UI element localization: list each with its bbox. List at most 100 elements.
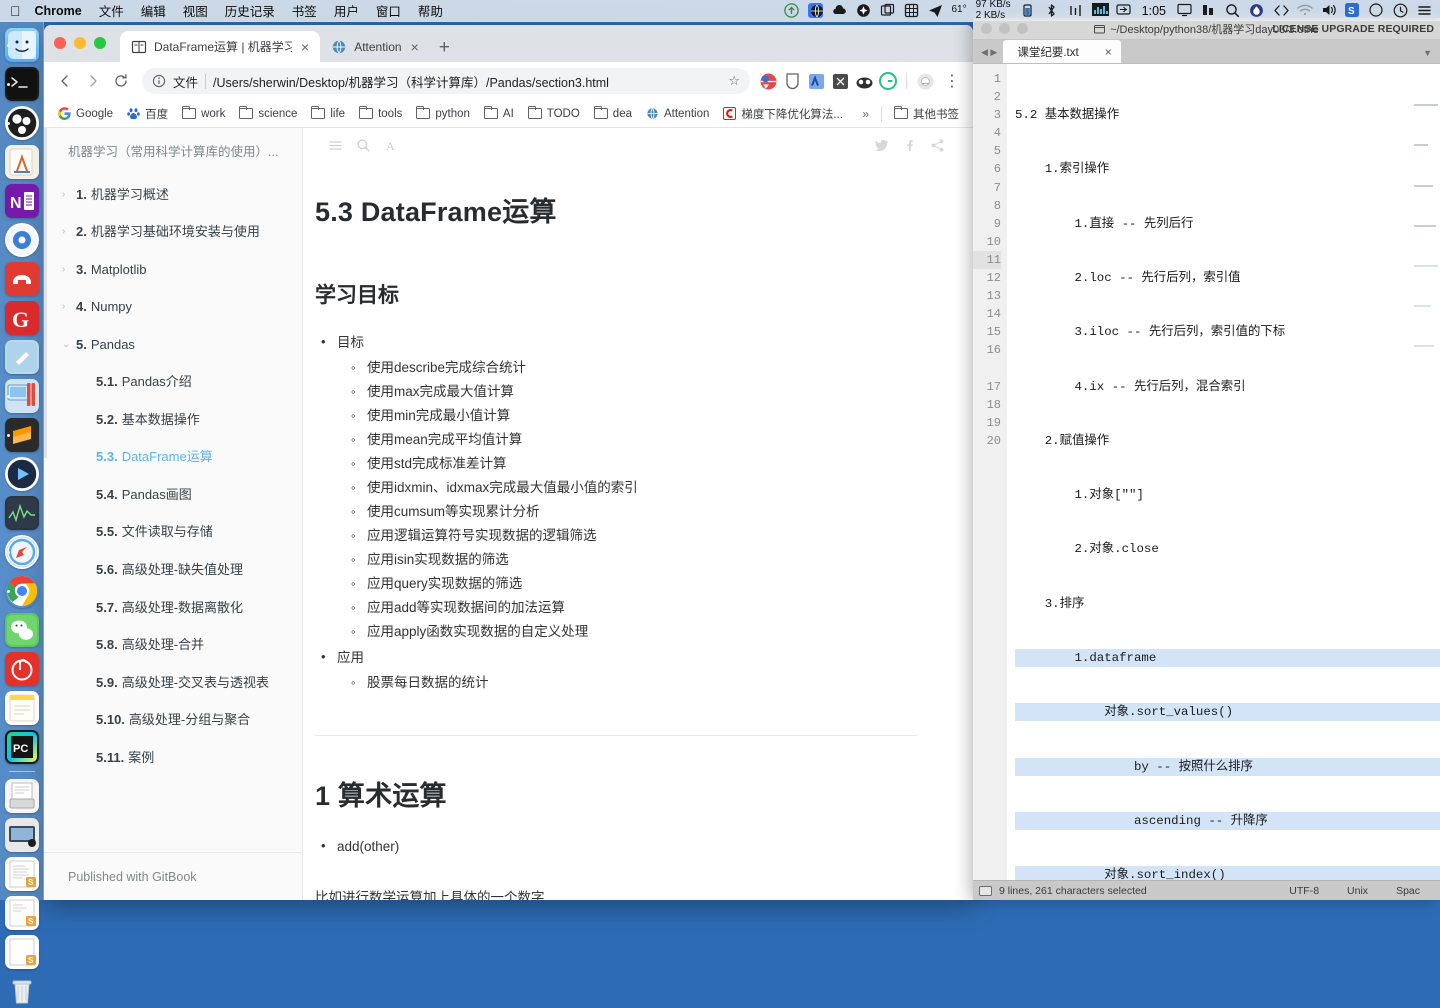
evernote-icon[interactable] — [806, 71, 826, 91]
share-icon[interactable] — [923, 132, 951, 158]
menu-dots-icon[interactable]: ⋮ — [939, 68, 965, 94]
bookmarks-overflow-button[interactable]: » — [856, 107, 875, 121]
globe-icon[interactable] — [808, 3, 823, 18]
adblock-icon[interactable] — [854, 71, 874, 91]
dock-item-notes[interactable] — [5, 691, 39, 725]
editor-code-area[interactable]: 5.2 基本数据操作 1.索引操作 1.直接 -- 先列后行 2.loc -- … — [1007, 64, 1440, 880]
ghost-icon[interactable] — [915, 71, 935, 91]
dock-item-markdown[interactable] — [5, 340, 39, 374]
input-source-icon[interactable] — [1116, 3, 1131, 18]
screenshot-icon[interactable] — [880, 3, 895, 18]
cloud-icon[interactable] — [832, 3, 847, 18]
network-speed-indicator[interactable]: 97 KB/s2 KB/s — [976, 0, 1011, 21]
time-machine-icon[interactable] — [1393, 3, 1408, 18]
menu-icon[interactable] — [321, 132, 349, 158]
editor-close-button[interactable] — [981, 23, 992, 34]
dock-item-finder[interactable] — [5, 28, 39, 62]
dock-item-document-2[interactable]: S — [5, 896, 39, 930]
editor-minimap[interactable] — [1414, 68, 1438, 128]
search-icon[interactable] — [1225, 3, 1240, 18]
bookmark-attention[interactable]: Attention — [640, 104, 715, 123]
line-ending-status[interactable]: Unix — [1333, 885, 1382, 897]
chevron-down-icon[interactable]: ⌄ — [62, 338, 76, 352]
sidebar-toggle-icon[interactable] — [979, 886, 992, 896]
sidebar-item-5[interactable]: ⌄ 5. Pandas — [44, 326, 302, 364]
chevron-right-icon[interactable]: › — [62, 188, 76, 202]
sidebar-item-1[interactable]: › 1. 机器学习概述 — [44, 176, 302, 214]
apple-logo-icon[interactable]:  — [10, 4, 21, 18]
display-icon[interactable] — [1177, 3, 1192, 18]
address-bar[interactable]: 文件 /Users/sherwin/Desktop/机器学习（科学计算库）/Pa… — [142, 68, 750, 94]
bookmark-gradient-descent[interactable]: 梯度下降优化算法... — [717, 103, 849, 125]
dock-item-scanner[interactable] — [5, 779, 39, 813]
dock-item-preview[interactable] — [5, 145, 39, 179]
sidebar-item-3[interactable]: › 3. Matplotlib — [44, 251, 302, 289]
window-traffic-lights[interactable] — [54, 37, 106, 49]
close-tab-button[interactable]: × — [409, 40, 421, 54]
sidebar-item-5-5[interactable]: 5.5. 文件读取与存储 — [44, 513, 302, 551]
dock-item-wechat[interactable] — [5, 613, 39, 647]
dock-item-typora[interactable] — [5, 223, 39, 257]
wifi-icon[interactable] — [1297, 3, 1312, 18]
close-editor-tab-button[interactable]: × — [1105, 45, 1112, 59]
dock-item-terminal[interactable] — [5, 67, 39, 101]
menu-item-window[interactable]: 窗口 — [376, 1, 401, 20]
sidebar-item-5-4[interactable]: 5.4. Pandas画图 — [44, 476, 302, 514]
sidebar-scrollbar[interactable] — [44, 128, 47, 458]
menu-item-history[interactable]: 历史记录 — [225, 1, 275, 20]
forward-button[interactable] — [80, 68, 106, 94]
grammarly-icon[interactable] — [878, 71, 898, 91]
sidebar-item-5-9[interactable]: 5.9. 高级处理-交叉表与透视表 — [44, 664, 302, 702]
browser-tab-dataframe[interactable]: DataFrame运算 | 机器学习（常 × — [120, 31, 320, 62]
dock-item-document-1[interactable]: S — [5, 857, 39, 891]
sidebar-item-4[interactable]: › 4. Numpy — [44, 288, 302, 326]
chevron-right-icon[interactable]: › — [62, 225, 76, 239]
new-tab-button[interactable]: + — [439, 38, 450, 57]
dock-item-activity-monitor[interactable] — [5, 496, 39, 530]
bookmark-baidu[interactable]: 百度 — [121, 103, 174, 125]
dock-item-pycharm[interactable]: PC — [5, 730, 39, 764]
close-window-button[interactable] — [54, 37, 66, 49]
dock-item-parallels[interactable] — [5, 379, 39, 413]
dock-item-trash[interactable] — [5, 974, 39, 1008]
bookmark-science[interactable]: science — [233, 105, 303, 123]
bookmark-dea[interactable]: dea — [588, 105, 638, 123]
menu-clock[interactable]: 1:05 — [1142, 4, 1166, 18]
chevron-right-icon[interactable]: › — [62, 263, 76, 277]
dock-item-netease-music[interactable] — [5, 652, 39, 686]
back-button[interactable] — [52, 68, 78, 94]
dock-item-document-3[interactable]: S — [5, 935, 39, 969]
dock-item-chrome[interactable] — [5, 574, 39, 608]
bookmark-google[interactable]: Google — [52, 104, 119, 123]
grid-icon[interactable] — [904, 3, 919, 18]
sidebar-item-5-3[interactable]: 5.3. DataFrame运算 — [44, 438, 302, 476]
chevron-right-icon[interactable]: › — [62, 300, 76, 314]
location-pin-icon[interactable] — [856, 3, 871, 18]
close-tab-button[interactable]: × — [299, 40, 311, 54]
other-bookmarks-button[interactable]: 其他书签 — [888, 103, 965, 125]
sidebar-item-5-2[interactable]: 5.2. 基本数据操作 — [44, 401, 302, 439]
sogou-icon[interactable]: S — [1345, 3, 1360, 18]
editor-tab-kechengjiyao[interactable]: 课堂纪要.txt × — [1003, 40, 1120, 63]
bluetooth-icon[interactable] — [1044, 3, 1059, 18]
weather-temperature[interactable]: 61° — [952, 5, 967, 16]
droplet-icon[interactable] — [1249, 3, 1264, 18]
dock-item-youdao[interactable]: G — [5, 301, 39, 335]
dock-item-screen[interactable] — [5, 818, 39, 852]
page-info-icon[interactable] — [152, 74, 166, 88]
editor-minimize-button[interactable] — [999, 23, 1010, 34]
facebook-icon[interactable] — [895, 132, 923, 158]
menu-item-chrome[interactable]: Chrome — [35, 4, 82, 18]
editor-body[interactable]: 1 2 3 4 5 6 7 8 9 10 11 12 13 14 15 16 1… — [973, 64, 1440, 880]
sidebar-item-5-11[interactable]: 5.11. 案例 — [44, 739, 302, 777]
font-size-icon[interactable]: A — [377, 132, 405, 158]
indent-status[interactable]: Spac — [1382, 885, 1434, 897]
arrow-up-circle-icon[interactable] — [784, 3, 799, 18]
menu-item-help[interactable]: 帮助 — [418, 1, 443, 20]
editor-traffic-lights[interactable] — [981, 23, 1028, 34]
translate-icon[interactable] — [758, 71, 778, 91]
browser-tab-attention[interactable]: Attention × — [320, 31, 430, 62]
bookmark-python[interactable]: python — [410, 105, 476, 123]
sidebar-item-2[interactable]: › 2. 机器学习基础环境安装与使用 — [44, 213, 302, 251]
bookmark-todo[interactable]: TODO — [522, 105, 586, 123]
